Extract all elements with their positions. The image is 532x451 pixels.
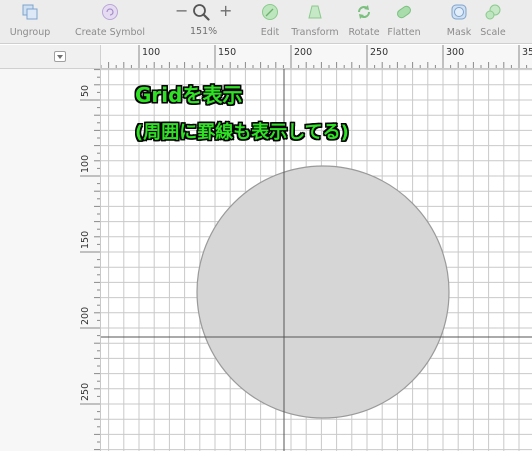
transform-icon [308,5,322,19]
edit-icon [262,4,278,20]
circle-shape[interactable] [196,165,450,419]
zoom-in-button[interactable]: + [219,0,232,22]
rotate-label: Rotate [348,27,380,38]
transform-label: Transform [291,27,339,38]
create-symbol-label: Create Symbol [75,27,145,38]
h-ruler-label-200: 200 [294,47,313,58]
scale-icon [485,4,501,20]
v-ruler-label-200: 200 [80,306,91,325]
ungroup-button[interactable]: Ungroup [5,0,55,44]
flatten-button[interactable]: Flatten [384,0,424,44]
h-ruler-label-150: 150 [218,47,237,58]
zoom-out-button[interactable]: − [175,0,188,22]
annotation-subtitle: (周囲に罫線も表示してる) [135,122,349,143]
v-ruler-label-100: 100 [80,154,91,173]
rulers-corner [0,45,101,69]
zoom-level: 151% [190,26,218,37]
h-ruler-label-250: 250 [370,47,389,58]
zoom-icon [193,4,210,21]
scale-label: Scale [480,27,506,38]
toolbar: Ungroup Create Symbol − + 151% Edit Tran… [0,0,532,44]
v-ruler-label-50: 50 [80,84,91,97]
horizontal-ruler[interactable]: 100 150 200 250 300 350 [101,45,532,69]
rotate-button[interactable]: Rotate [345,0,383,44]
transform-button[interactable]: Transform [287,0,343,44]
vertical-ruler[interactable]: 50 100 150 200 250 [0,69,101,451]
edit-label: Edit [260,27,280,38]
create-symbol-button[interactable]: Create Symbol [73,0,147,44]
annotation-title: Gridを表示 [135,83,243,107]
canvas[interactable]: 100 150 200 250 300 350 50 100 150 200 250 [0,45,532,451]
h-ruler-label-350: 350 [522,47,532,58]
create-symbol-icon [102,4,118,20]
mask-label: Mask [446,27,472,38]
h-ruler-label-300: 300 [446,47,465,58]
edit-button[interactable]: Edit [253,0,287,44]
mask-icon [451,4,467,20]
ungroup-label: Ungroup [9,27,51,38]
v-ruler-label-250: 250 [80,382,91,401]
ungroup-icon [22,4,38,20]
ruler-menu-button[interactable] [54,51,66,62]
flatten-icon [397,5,411,19]
horizontal-ruler-ticks [101,45,528,68]
scale-button[interactable]: Scale [477,0,509,44]
zoom-controls: − + 151% [168,0,240,44]
v-ruler-label-150: 150 [80,230,91,249]
mask-button[interactable]: Mask [442,0,476,44]
flatten-label: Flatten [387,27,421,38]
rotate-icon [358,5,370,19]
h-ruler-label-100: 100 [142,47,161,58]
